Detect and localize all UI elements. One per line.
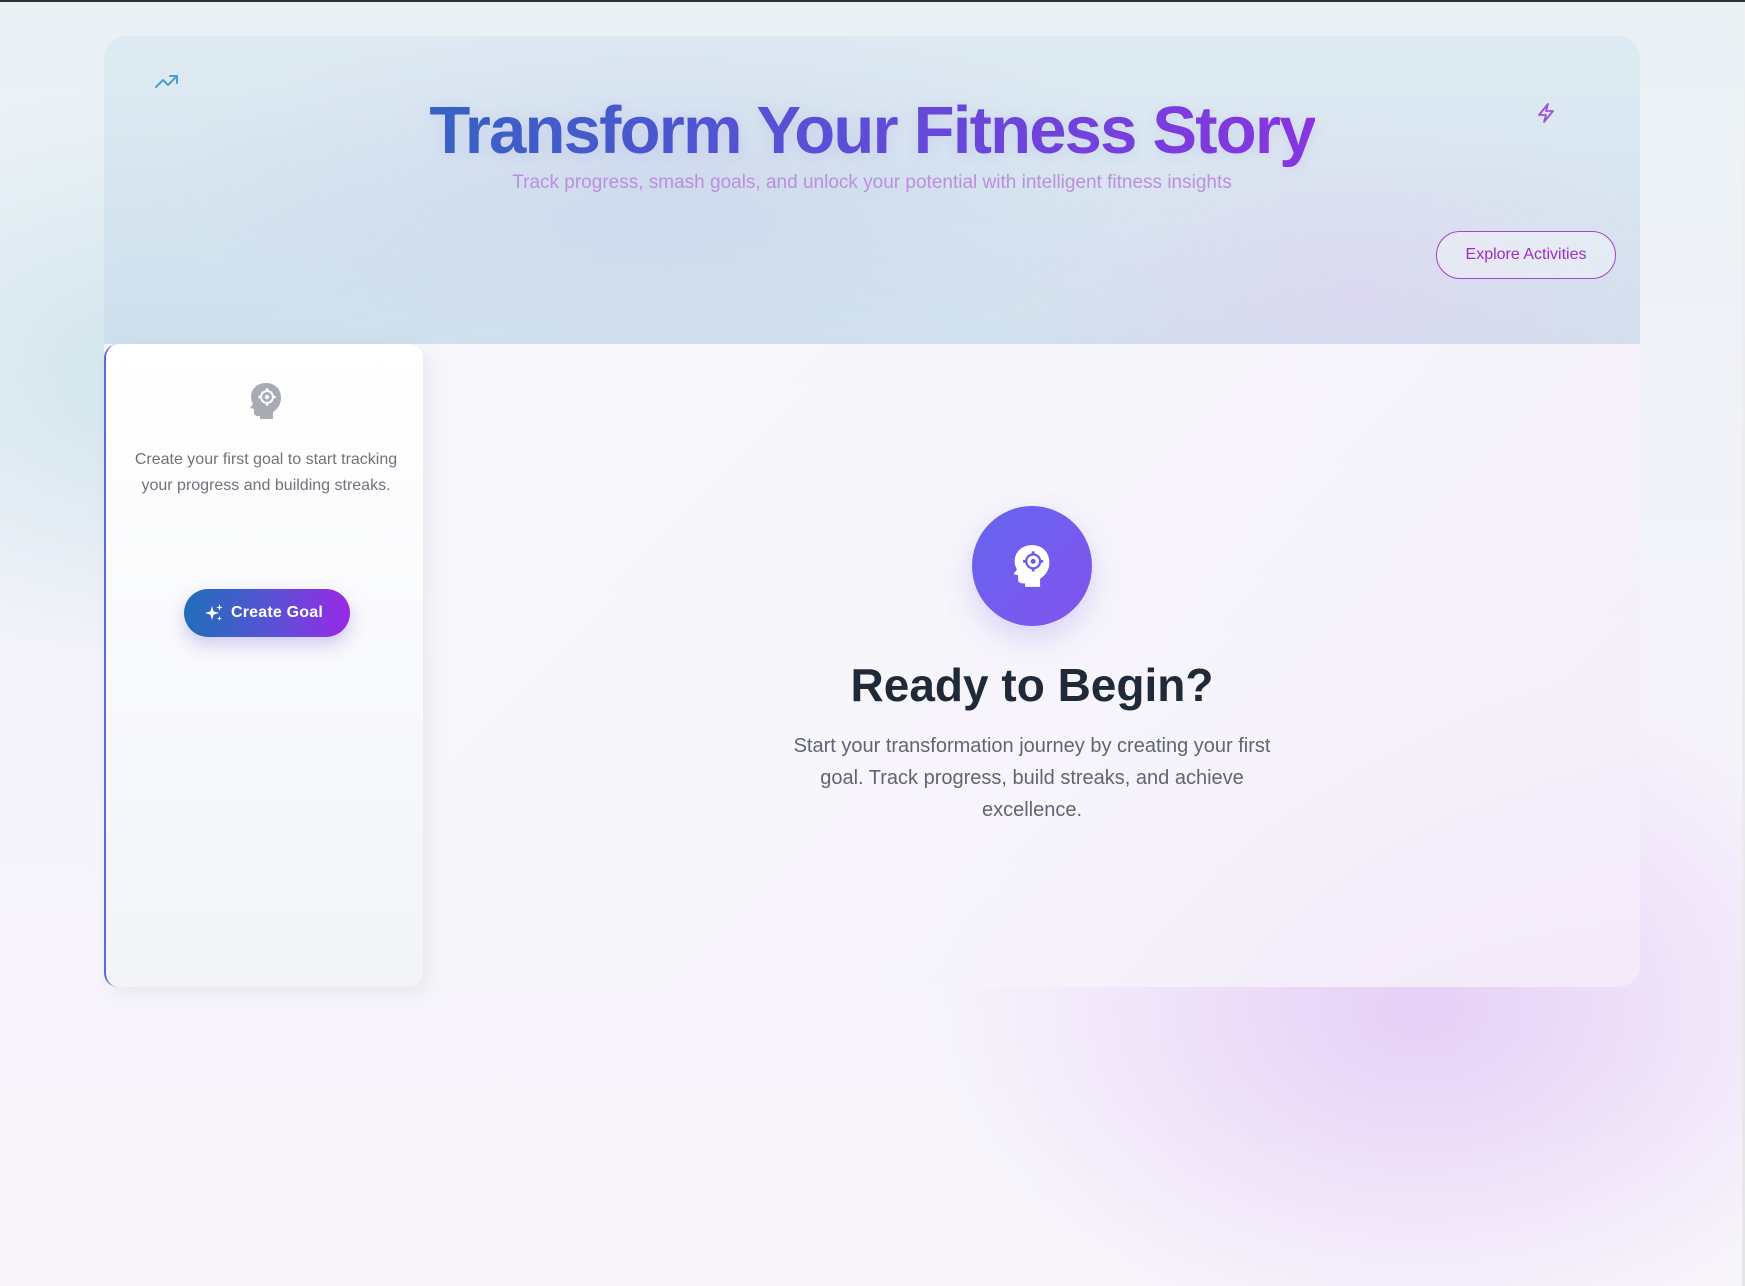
- hero-banner: Transform Your Fitness Story Track progr…: [104, 36, 1640, 344]
- create-goal-label: Create Goal: [231, 604, 324, 621]
- empty-state-title: Ready to Begin?: [850, 659, 1214, 711]
- goals-sidebar: Create your first goal to start tracking…: [104, 344, 423, 987]
- create-goal-button[interactable]: Create Goal: [184, 589, 350, 637]
- trending-up-icon: [155, 75, 178, 88]
- sparkles-icon: [205, 604, 223, 621]
- head-gear-icon: [1013, 545, 1050, 587]
- window-top-border: [0, 0, 1745, 2]
- head-gear-icon: [250, 383, 281, 419]
- sidebar-empty-message: Create your first goal to start tracking…: [134, 451, 398, 494]
- explore-activities-button[interactable]: Explore Activities: [1436, 231, 1616, 279]
- empty-state-description: Start your transformation journey by cre…: [793, 735, 1271, 821]
- page-title-text: Transform Your Fitness Story: [429, 93, 1316, 168]
- empty-state-icon-badge: [972, 506, 1092, 626]
- page-title: Transform Your Fitness Story: [104, 92, 1640, 169]
- page-subtitle: Track progress, smash goals, and unlock …: [512, 172, 1232, 193]
